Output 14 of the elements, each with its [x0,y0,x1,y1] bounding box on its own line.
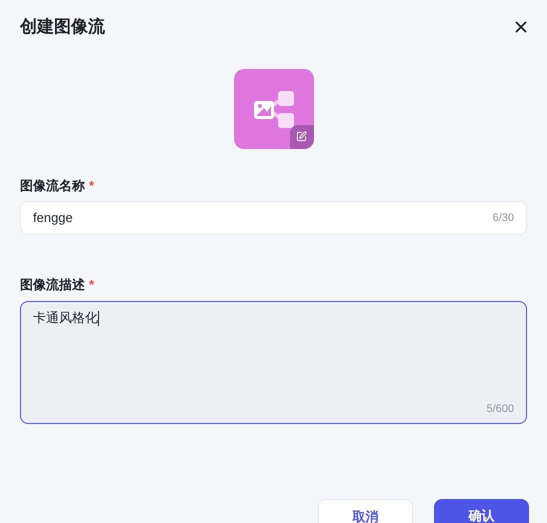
cancel-button[interactable]: 取消 [318,499,413,523]
image-flow-icon [252,88,296,128]
character-counter: 5/600 [486,402,514,417]
description-field[interactable]: 卡通风格化 5/600 [20,300,527,424]
workflow-avatar[interactable] [234,68,314,148]
required-mark: * [89,276,94,294]
edit-icon[interactable] [290,124,314,148]
character-counter: 6/30 [492,210,514,226]
field-label: 图像流描述 [20,276,85,294]
name-field[interactable]: fengge 6/30 [20,201,527,235]
required-mark: * [89,176,94,194]
confirm-button[interactable]: 确认 [434,499,529,523]
field-label: 图像流名称 [20,176,85,194]
dialog-title: 创建图像流 [20,16,105,38]
